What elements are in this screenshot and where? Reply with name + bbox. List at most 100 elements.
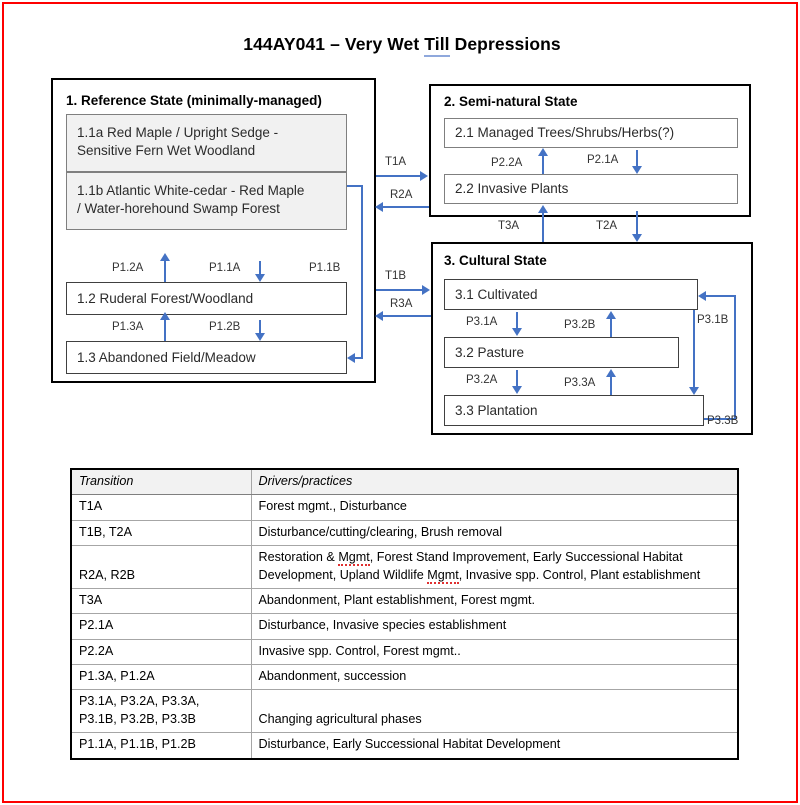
cell-transition: R2A, R2B [70, 545, 252, 589]
arrow-label-p32a: P3.2A [466, 374, 498, 386]
cell-drivers: Abandonment, Plant establishment, Forest… [250, 587, 739, 615]
phase-box-1-1a-line2: Sensitive Fern Wet Woodland [77, 142, 256, 158]
table-row: P3.1A, P3.2A, P3.3A, P3.1B, P3.2B, P3.3B… [70, 689, 739, 734]
cell-drivers: Abandonment, succession [250, 663, 739, 691]
cell-transition: T3A [70, 587, 252, 615]
table-row: T1A Forest mgmt., Disturbance [70, 494, 739, 521]
table-header-drivers: Drivers/practices [250, 468, 739, 496]
arrow-line-p33b-top [705, 295, 735, 297]
table-row: T1B, T2A Disturbance/cutting/clearing, B… [70, 519, 739, 547]
page-border: 144AY041 – Very Wet Till Depressions 1. … [2, 2, 798, 803]
arrow-label-p12a: P1.2A [112, 262, 144, 274]
arrow-head-t2a [632, 234, 642, 242]
phase-box-1-3[interactable]: 1.3 Abandoned Field/Meadow [66, 341, 347, 374]
arrow-label-r3a: R3A [390, 298, 413, 310]
table-header-transition: Transition [70, 468, 252, 496]
cell-drivers: Changing agricultural phases [250, 689, 739, 734]
cell-transition: P3.1A, P3.2A, P3.3A, P3.1B, P3.2B, P3.3B [70, 689, 252, 734]
phase-box-3-2[interactable]: 3.2 Pasture [444, 337, 679, 368]
arrow-label-p13a: P1.3A [112, 321, 144, 333]
table-row: T3A Abandonment, Plant establishment, Fo… [70, 587, 739, 615]
cell-drivers: Disturbance, Early Successional Habitat … [250, 732, 739, 759]
cell-drivers: Invasive spp. Control, Forest mgmt.. [250, 638, 739, 666]
diagram-canvas: 144AY041 – Very Wet Till Depressions 1. … [4, 4, 800, 805]
title-suffix: Depressions [449, 34, 561, 54]
state-3-title: 3. Cultural State [444, 253, 547, 268]
arrow-label-p22a: P2.2A [491, 157, 523, 169]
arrow-line-t3a [542, 212, 544, 242]
arrow-line-p11b-bottom [354, 357, 363, 359]
arrow-line-p32b [610, 319, 612, 337]
arrow-line-r2a [383, 206, 429, 208]
arrow-head-p32b [606, 311, 616, 319]
cell-transition: T1A [70, 494, 252, 521]
cell-drivers: Disturbance, Invasive species establishm… [250, 613, 739, 640]
transitions-table: Transition Drivers/practices T1A Forest … [70, 468, 739, 760]
phase-box-1-2[interactable]: 1.2 Ruderal Forest/Woodland [66, 282, 347, 315]
cell-drivers: Disturbance/cutting/clearing, Brush remo… [250, 519, 739, 547]
arrow-line-p12a [164, 261, 166, 282]
arrow-head-r2a [375, 202, 383, 212]
arrow-head-p12a [160, 253, 170, 261]
phase-box-1-1b-line2: / Water-horehound Swamp Forest [77, 200, 280, 216]
arrow-label-p31a: P3.1A [466, 316, 498, 328]
table-row: P2.2A Invasive spp. Control, Forest mgmt… [70, 638, 739, 666]
arrow-head-p31b [689, 387, 699, 395]
arrow-label-p31b: P3.1B [697, 314, 729, 326]
phase-box-3-3[interactable]: 3.3 Plantation [444, 395, 704, 426]
phase-box-2-2[interactable]: 2.2 Invasive Plants [444, 174, 738, 204]
arrow-head-p33b [698, 291, 706, 301]
cell-transition: P2.2A [70, 638, 252, 666]
arrow-line-p12b [259, 320, 261, 333]
arrow-label-p12b: P1.2B [209, 321, 241, 333]
arrow-label-p11a: P1.1A [209, 262, 241, 274]
table-row: P2.1A Disturbance, Invasive species esta… [70, 613, 739, 640]
arrow-head-p32a [512, 386, 522, 394]
arrow-label-t2a: T2A [596, 220, 618, 232]
arrow-head-t1a [420, 171, 428, 181]
arrow-line-p32a [516, 370, 518, 386]
arrow-label-t1b: T1B [385, 270, 407, 282]
arrow-label-p11b: P1.1B [309, 262, 341, 274]
arrow-line-p31b [693, 310, 695, 387]
arrow-label-t3a: T3A [498, 220, 520, 232]
arrow-line-t1a [376, 175, 421, 177]
phase-box-3-1[interactable]: 3.1 Cultivated [444, 279, 698, 310]
arrow-line-p31a [516, 312, 518, 328]
phase-box-1-1b-line1: 1.1b Atlantic White-cedar - Red Maple [77, 183, 305, 198]
table-row: P1.1A, P1.1B, P1.2B Disturbance, Early S… [70, 732, 739, 759]
arrow-head-t3a [538, 205, 548, 213]
table-header-row: Transition Drivers/practices [70, 468, 739, 496]
arrow-label-t1a: T1A [385, 156, 407, 168]
arrow-head-p12b [255, 333, 265, 341]
table-row: R2A, R2B Restoration & Mgmt, Forest Stan… [70, 545, 739, 589]
cell-drivers: Forest mgmt., Disturbance [250, 494, 739, 521]
arrow-line-p33b-side [734, 295, 736, 419]
cell-transition: T1B, T2A [70, 519, 252, 547]
arrow-line-p22a [542, 156, 544, 174]
arrow-head-p33a [606, 369, 616, 377]
phase-box-1-1a[interactable]: 1.1a Red Maple / Upright Sedge - Sensiti… [66, 114, 347, 172]
arrow-line-p33a [610, 377, 612, 395]
cell-transition: P2.1A [70, 613, 252, 640]
arrow-head-t1b [422, 285, 430, 295]
phase-box-2-1[interactable]: 2.1 Managed Trees/Shrubs/Herbs(?) [444, 118, 738, 148]
table-row: P1.3A, P1.2A Abandonment, succession [70, 663, 739, 691]
arrow-label-p33a: P3.3A [564, 377, 596, 389]
arrow-line-t1b [376, 289, 423, 291]
phase-box-1-1a-line1: 1.1a Red Maple / Upright Sedge - [77, 125, 279, 140]
arrow-head-p31a [512, 328, 522, 336]
cell-transition: P1.3A, P1.2A [70, 663, 252, 691]
page-title: 144AY041 – Very Wet Till Depressions [4, 34, 800, 57]
phase-box-1-1b[interactable]: 1.1b Atlantic White-cedar - Red Maple / … [66, 172, 347, 230]
state-1-title: 1. Reference State (minimally-managed) [66, 93, 322, 108]
arrow-line-p11a [259, 261, 261, 274]
arrow-line-p21a [636, 150, 638, 166]
arrow-head-r3a [375, 311, 383, 321]
cell-drivers: Restoration & Mgmt, Forest Stand Improve… [250, 545, 739, 589]
arrow-line-p11b-side [361, 185, 363, 358]
state-2-title: 2. Semi-natural State [444, 94, 578, 109]
arrow-head-p22a [538, 148, 548, 156]
arrow-line-p13a [164, 320, 166, 341]
cell-transition: P1.1A, P1.1B, P1.2B [70, 732, 252, 759]
